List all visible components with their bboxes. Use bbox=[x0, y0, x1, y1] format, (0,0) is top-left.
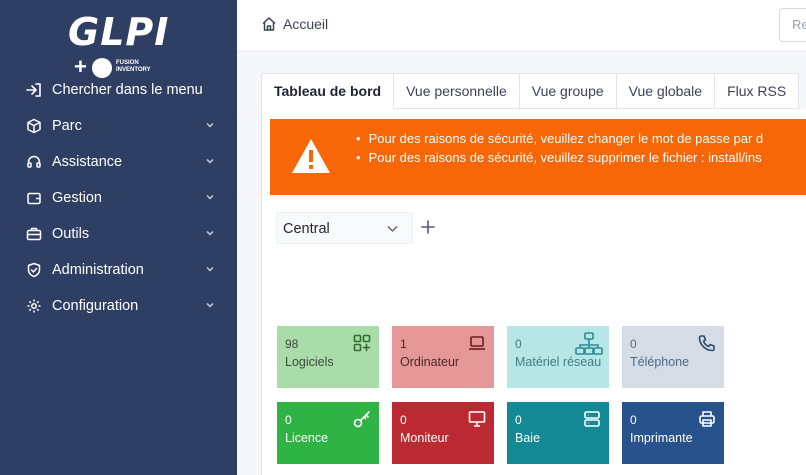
card-licence[interactable]: 0 Licence bbox=[277, 402, 379, 464]
sidebar-item-label: Gestion bbox=[52, 190, 102, 206]
printer-icon bbox=[699, 411, 715, 427]
card-label: Baie bbox=[515, 431, 541, 445]
sidebar-item-administration[interactable]: Administration bbox=[0, 252, 237, 288]
card-materiel-reseau[interactable]: 0 Matériel réseau bbox=[507, 326, 609, 388]
phone-icon bbox=[698, 335, 715, 352]
top-bar: Accueil Re bbox=[237, 0, 806, 52]
tab-tableau-de-bord[interactable]: Tableau de bord bbox=[261, 73, 395, 109]
menu-search-label: Chercher dans le menu bbox=[52, 82, 203, 98]
card-logiciels[interactable]: 98 Logiciels bbox=[277, 326, 379, 388]
card-telephone[interactable]: 0 Téléphone bbox=[622, 326, 724, 388]
box-icon bbox=[25, 117, 43, 135]
card-label: Moniteur bbox=[400, 431, 449, 445]
chevron-down-icon bbox=[206, 230, 214, 236]
monitor-icon bbox=[468, 411, 486, 427]
chevron-down-icon bbox=[206, 266, 214, 272]
headset-icon bbox=[25, 153, 43, 171]
card-ordinateur[interactable]: 1 Ordinateur bbox=[392, 326, 494, 388]
card-label: Ordinateur bbox=[400, 355, 460, 369]
tab-vue-personnelle[interactable]: Vue personnelle bbox=[394, 73, 520, 109]
security-alert: Pour des raisons de sécurité, veuillez c… bbox=[270, 119, 806, 195]
chevron-down-icon bbox=[387, 226, 398, 232]
breadcrumb[interactable]: Accueil bbox=[261, 16, 328, 32]
logo-text: GLPI bbox=[68, 10, 170, 54]
menu-search-button[interactable]: Chercher dans le menu bbox=[0, 72, 237, 108]
server-icon bbox=[584, 411, 600, 427]
card-label: Imprimante bbox=[630, 431, 693, 445]
alert-message: Pour des raisons de sécurité, veuillez c… bbox=[356, 129, 764, 148]
alert-messages: Pour des raisons de sécurité, veuillez c… bbox=[356, 129, 764, 167]
main-menu: Chercher dans le menu Parc Assistance Ge… bbox=[0, 72, 237, 324]
sidebar-item-gestion[interactable]: Gestion bbox=[0, 180, 237, 216]
sidebar-item-parc[interactable]: Parc bbox=[0, 108, 237, 144]
chevron-down-icon bbox=[206, 158, 214, 164]
glpi-logo[interactable]: GLPI + FUSION INVENTORY bbox=[62, 10, 172, 79]
sidebar-item-configuration[interactable]: Configuration bbox=[0, 288, 237, 324]
laptop-icon bbox=[469, 336, 485, 350]
dashboard-select[interactable]: Central bbox=[276, 212, 413, 244]
global-search-input[interactable]: Re bbox=[779, 8, 806, 42]
sidebar-item-label: Assistance bbox=[52, 154, 123, 170]
sidebar: GLPI + FUSION INVENTORY Chercher dans le … bbox=[0, 0, 237, 475]
dashboard-select-value: Central bbox=[283, 221, 330, 237]
card-label: Téléphone bbox=[630, 355, 690, 369]
breadcrumb-home-label: Accueil bbox=[283, 16, 329, 32]
card-label: Licence bbox=[285, 431, 329, 445]
arrow-right-icon bbox=[25, 81, 43, 99]
card-label: Logiciels bbox=[285, 355, 334, 369]
shield-icon bbox=[25, 261, 43, 279]
sidebar-item-label: Configuration bbox=[52, 298, 139, 314]
chevron-down-icon bbox=[206, 122, 214, 128]
sidebar-item-label: Parc bbox=[52, 118, 82, 134]
chevron-down-icon bbox=[206, 302, 214, 308]
alert-message: Pour des raisons de sécurité, veuillez s… bbox=[356, 148, 763, 167]
network-icon bbox=[575, 332, 603, 355]
sidebar-item-label: Outils bbox=[52, 226, 90, 242]
card-moniteur[interactable]: 0 Moniteur bbox=[392, 402, 494, 464]
tab-vue-groupe[interactable]: Vue groupe bbox=[519, 73, 617, 109]
apps-add-icon bbox=[353, 334, 371, 352]
card-baie[interactable]: 0 Baie bbox=[507, 402, 609, 464]
chevron-down-icon bbox=[206, 194, 214, 200]
tab-flux-rss[interactable]: Flux RSS bbox=[715, 73, 800, 109]
add-dashboard-button[interactable] bbox=[420, 219, 436, 235]
gear-icon bbox=[25, 297, 43, 315]
sidebar-item-assistance[interactable]: Assistance bbox=[0, 144, 237, 180]
card-imprimante[interactable]: 0 Imprimante bbox=[622, 402, 724, 464]
key-icon bbox=[353, 411, 370, 428]
sidebar-item-label: Administration bbox=[52, 262, 144, 278]
tab-vue-globale[interactable]: Vue globale bbox=[616, 73, 716, 109]
warning-icon bbox=[292, 139, 330, 173]
briefcase-icon bbox=[25, 225, 43, 243]
home-tabs: Tableau de bord Vue personnelle Vue grou… bbox=[261, 73, 800, 109]
wallet-icon bbox=[25, 189, 43, 207]
sidebar-item-outils[interactable]: Outils bbox=[0, 216, 237, 252]
home-icon bbox=[262, 17, 276, 31]
